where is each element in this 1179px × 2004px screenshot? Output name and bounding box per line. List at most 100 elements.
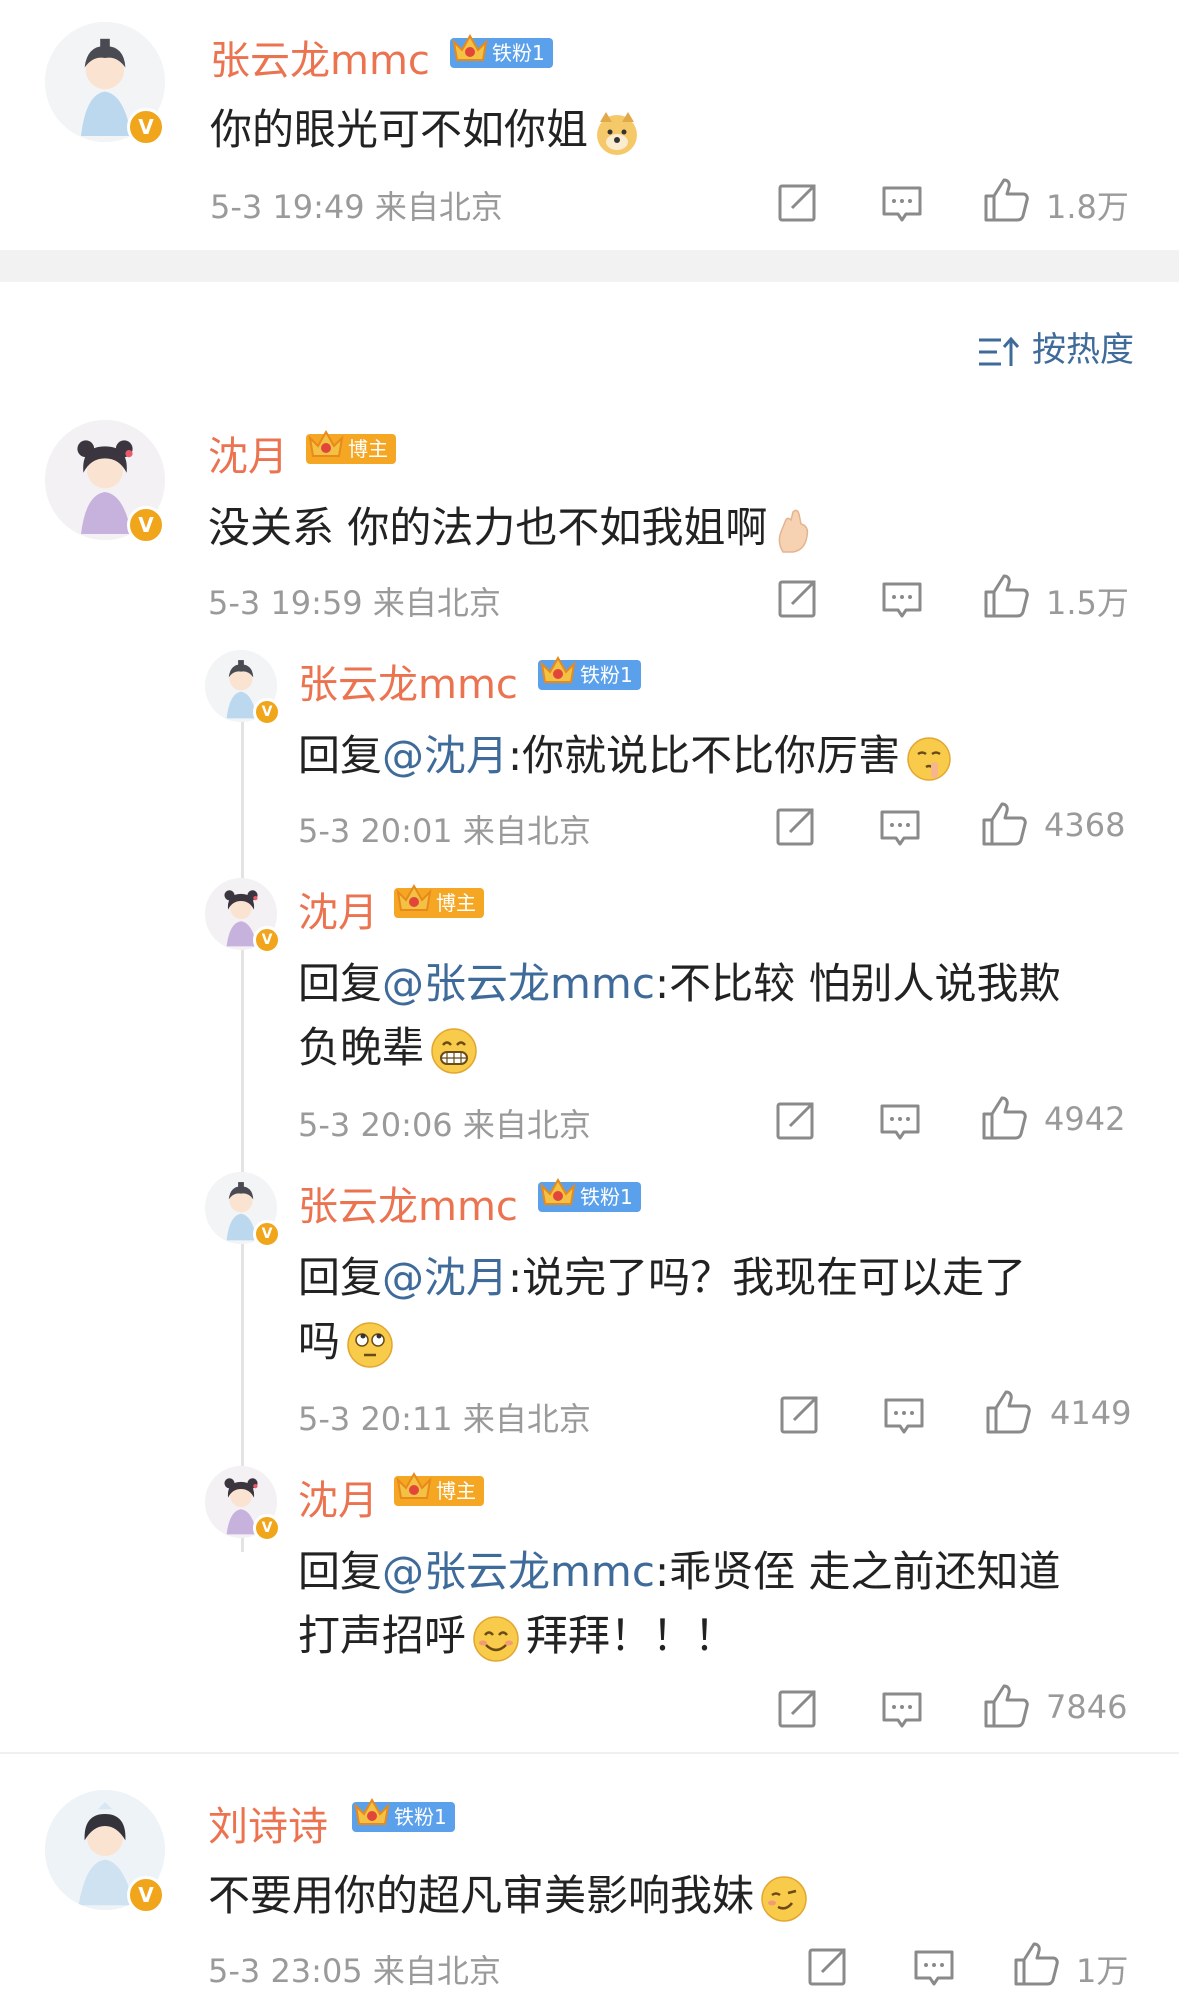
- comment-meta: 5-3 23:05 来自北京: [208, 1946, 501, 1992]
- reply-author[interactable]: 张云龙mmc: [298, 652, 518, 710]
- reply-prefix: 回复: [298, 731, 383, 780]
- reply-author[interactable]: 张云龙mmc: [298, 1174, 518, 1232]
- like-count: 4942: [1044, 1100, 1126, 1138]
- like-icon[interactable]: [984, 1388, 1032, 1436]
- like-icon[interactable]: [1012, 1940, 1060, 1988]
- comment-text: 没关系 你的法力也不如我姐啊: [208, 494, 817, 556]
- like-icon[interactable]: [980, 800, 1028, 848]
- avatar[interactable]: V: [45, 1790, 165, 1914]
- comment-text: 不要用你的超凡审美影响我妹: [208, 1862, 810, 1925]
- section-divider: [0, 250, 1179, 282]
- comment-separator: [0, 1752, 1179, 1754]
- doge-emoji-icon: [597, 111, 638, 155]
- avatar[interactable]: V: [205, 1466, 281, 1542]
- mention-link[interactable]: @沈月: [382, 731, 508, 780]
- comment-icon[interactable]: [880, 578, 924, 622]
- reply-author[interactable]: 沈月: [298, 880, 378, 938]
- like-count: 1万: [1076, 1952, 1129, 1990]
- reply-text-content: 吗: [298, 1317, 341, 1366]
- fan-badge[interactable]: 铁粉1: [352, 1802, 455, 1832]
- avatar[interactable]: V: [45, 420, 165, 544]
- verified-icon: V: [253, 698, 281, 726]
- verified-icon: V: [127, 1876, 165, 1914]
- reply-prefix: 回复: [298, 1547, 383, 1596]
- reply-location: 来自北京: [462, 1400, 591, 1438]
- fan-badge-label: 铁粉1: [394, 1805, 447, 1829]
- comment-icon[interactable]: [912, 1946, 956, 1990]
- reply-prefix: 回复: [298, 1253, 383, 1302]
- comment-icon[interactable]: [878, 1100, 922, 1144]
- crown-icon: [394, 1466, 434, 1506]
- reply-text-line2: 负晚辈: [298, 1014, 480, 1077]
- like-icon[interactable]: [980, 1094, 1028, 1142]
- mention-link[interactable]: @沈月: [382, 1253, 508, 1302]
- like-count: 7846: [1046, 1688, 1128, 1726]
- comment-author[interactable]: 刘诗诗: [208, 1794, 328, 1852]
- share-icon[interactable]: [806, 1944, 850, 1988]
- share-icon[interactable]: [778, 1392, 822, 1436]
- comment-time: 5-3 19:59: [208, 584, 363, 622]
- smug-emoji-icon: [761, 1875, 807, 1922]
- reply-time: 5-3 20:01: [298, 812, 453, 850]
- host-badge-label: 博主: [436, 1479, 476, 1503]
- comment-location: 来自北京: [374, 188, 503, 226]
- comment-icon[interactable]: [880, 1688, 924, 1732]
- host-badge[interactable]: 博主: [394, 888, 484, 918]
- share-icon[interactable]: [776, 1686, 820, 1730]
- like-icon[interactable]: [982, 1682, 1030, 1730]
- like-count: 4149: [1050, 1394, 1132, 1432]
- comment-author[interactable]: 张云龙mmc: [210, 28, 430, 86]
- like-count: 1.8万: [1046, 188, 1129, 226]
- share-icon[interactable]: [774, 1098, 818, 1142]
- reply-meta: 5-3 20:11 来自北京: [298, 1394, 591, 1440]
- fan-badge-label: 铁粉1: [580, 663, 633, 687]
- fan-badge[interactable]: 铁粉1: [450, 38, 553, 68]
- reply-text-line2: 吗: [298, 1308, 396, 1371]
- mention-link[interactable]: @张云龙mmc: [382, 959, 655, 1008]
- fan-badge[interactable]: 铁粉1: [538, 1182, 641, 1212]
- like-count: 1.5万: [1046, 584, 1129, 622]
- verified-icon: V: [127, 506, 165, 544]
- comment-author[interactable]: 沈月: [208, 424, 288, 482]
- like-icon[interactable]: [982, 176, 1030, 224]
- avatar[interactable]: V: [205, 878, 281, 954]
- eye-roll-emoji-icon: [347, 1321, 393, 1368]
- fan-badge[interactable]: 铁粉1: [538, 660, 641, 690]
- comment-text-content: 不要用你的超凡审美影响我妹: [208, 1871, 755, 1920]
- comment-icon[interactable]: [878, 806, 922, 850]
- reply-text-content: 负晚辈: [298, 1023, 425, 1072]
- comment-time: 5-3 19:49: [210, 188, 365, 226]
- grin-emoji-icon: [431, 1027, 477, 1074]
- avatar[interactable]: V: [205, 650, 281, 726]
- comment-icon[interactable]: [882, 1394, 926, 1438]
- share-icon[interactable]: [774, 804, 818, 848]
- host-badge[interactable]: 博主: [394, 1476, 484, 1506]
- reply-location: 来自北京: [462, 1106, 591, 1144]
- crown-icon: [450, 28, 490, 68]
- mention-link[interactable]: @张云龙mmc: [382, 1547, 655, 1596]
- avatar[interactable]: V: [205, 1172, 281, 1248]
- reply-text: 回复@沈月:你就说比不比你厉害: [298, 722, 954, 784]
- reply-text-line2: 打声招呼 拜拜！！！: [298, 1602, 736, 1665]
- sort-label: 按热度: [1032, 330, 1134, 370]
- verified-icon: V: [253, 926, 281, 954]
- share-icon[interactable]: [776, 576, 820, 620]
- like-icon[interactable]: [982, 572, 1030, 620]
- reply-meta: 5-3 20:01 来自北京: [298, 806, 591, 852]
- crown-icon: [538, 650, 578, 690]
- share-icon[interactable]: [776, 180, 820, 224]
- comment-icon[interactable]: [880, 182, 924, 226]
- like-count: 4368: [1044, 806, 1126, 844]
- reply-author[interactable]: 沈月: [298, 1468, 378, 1526]
- verified-icon: V: [253, 1514, 281, 1542]
- host-badge[interactable]: 博主: [306, 434, 396, 464]
- reply-meta: 5-3 20:06 来自北京: [298, 1100, 591, 1146]
- reply-thread-line: [241, 722, 244, 1552]
- host-badge-label: 博主: [436, 891, 476, 915]
- reply-text-content: :说完了吗？我现在可以走了: [508, 1253, 1027, 1302]
- reply-text: 回复@沈月:说完了吗？我现在可以走了: [298, 1244, 1026, 1305]
- avatar[interactable]: V: [45, 22, 165, 146]
- host-badge-label: 博主: [348, 437, 388, 461]
- sort-button[interactable]: 按热度: [977, 322, 1134, 371]
- fan-badge-label: 铁粉1: [492, 41, 545, 65]
